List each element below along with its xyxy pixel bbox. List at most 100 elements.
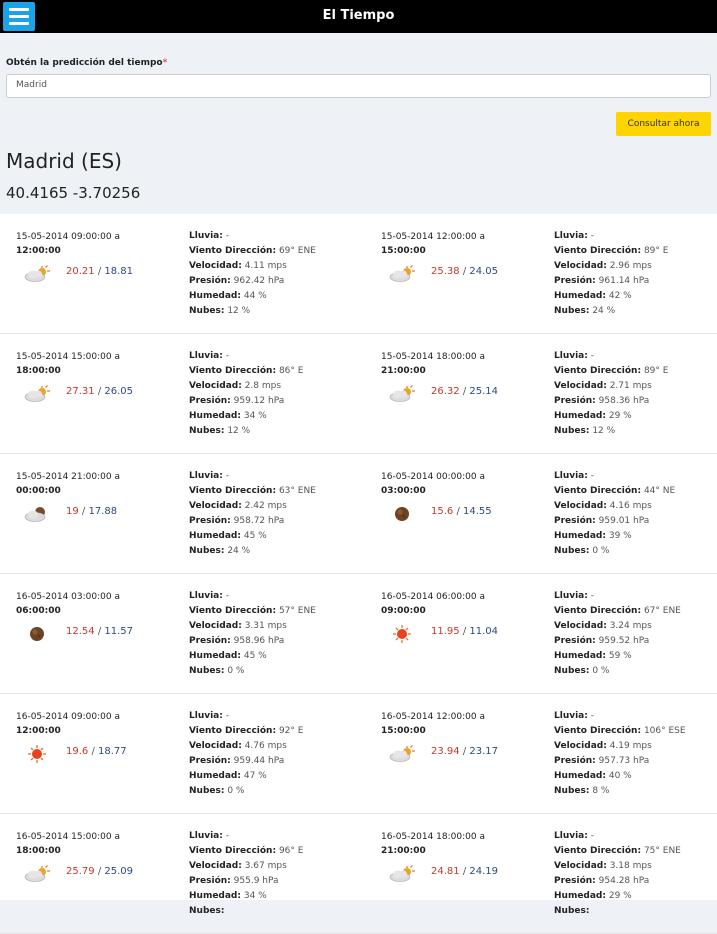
detail-value: 24 % (227, 546, 251, 556)
temp-min: 24.05 (469, 266, 499, 277)
forecast-details: Lluvia: - Viento Dirección: 92° E Velocida… (185, 694, 365, 814)
time-range: 16-05-2014 15:00:00 a 18:00:00 (16, 830, 120, 858)
forecast-summary: 15-05-2014 12:00:00 a 15:00:00 25.38 / 24.… (365, 214, 550, 334)
temperature: 24.81 / 24.19 (431, 866, 499, 877)
detail-label: Presión: (189, 516, 231, 526)
range-start: 16-05-2014 18:00:00 a (381, 832, 485, 842)
forecast-row: 16-05-2014 15:00:00 a 18:00:00 25.79 / 25.… (0, 814, 717, 934)
forecast-row: 15-05-2014 15:00:00 a 18:00:00 27.31 / 26.… (0, 334, 717, 454)
range-end: 15:00:00 (381, 726, 426, 736)
forecast-details: Lluvia: - Viento Dirección: 106° ESE Veloc… (550, 694, 717, 814)
range-start: 16-05-2014 12:00:00 a (381, 712, 485, 722)
detail-value: - (590, 711, 594, 721)
forecast-summary: 16-05-2014 00:00:00 a 03:00:00 15.6 / 14.5… (365, 454, 550, 574)
detail-label: Humedad: (554, 771, 606, 781)
detail-value: 63° ENE (278, 486, 316, 496)
detail-label: Velocidad: (554, 621, 607, 631)
detail-label: Nubes: (189, 306, 225, 316)
detail-label: Viento Dirección: (189, 246, 277, 256)
detail-label: Nubes: (554, 306, 590, 316)
detail-value: 89° E (643, 366, 669, 376)
range-start: 15-05-2014 21:00:00 a (16, 472, 120, 482)
temp-max: 26.32 (431, 386, 460, 397)
sun-cloud-icon (388, 264, 416, 284)
detail-pressure: Presión: 954.28 hPa (554, 874, 681, 889)
detail-label: Velocidad: (554, 741, 607, 751)
detail-value: 42 % (608, 291, 632, 301)
detail-label: Nubes: (554, 666, 590, 676)
forecast-summary: 16-05-2014 12:00:00 a 15:00:00 23.94 / 23.… (365, 694, 550, 814)
detail-value: 955.9 hPa (233, 876, 279, 886)
city-title: Madrid (ES) (6, 149, 122, 173)
detail-value: 69° ENE (278, 246, 316, 256)
detail-humidity: Humedad: 39 % (554, 529, 675, 544)
detail-label: Viento Dirección: (189, 486, 277, 496)
detail-label: Lluvia: (189, 351, 223, 361)
detail-value: 92° E (278, 726, 304, 736)
detail-label: Lluvia: (554, 231, 588, 241)
detail-value: 959.52 hPa (598, 636, 650, 646)
detail-label: Lluvia: (189, 231, 223, 241)
detail-label: Presión: (554, 396, 596, 406)
detail-label: Lluvia: (189, 591, 223, 601)
forecast-row: 16-05-2014 03:00:00 a 06:00:00 12.54 / 11.… (0, 574, 717, 694)
forecast-summary: 15-05-2014 09:00:00 a 12:00:00 20.21 / 18.… (0, 214, 185, 334)
detail-value: 3.18 mps (609, 861, 652, 871)
forecast-row: 15-05-2014 21:00:00 a 00:00:00 19 / 17.88 L… (0, 454, 717, 574)
submit-button[interactable]: Consultar ahora (616, 112, 711, 136)
details-list: Lluvia: - Viento Dirección: 96° E Velocida… (189, 829, 303, 919)
temp-min: 14.55 (463, 506, 492, 517)
detail-wind-direction: Viento Dirección: 96° E (189, 844, 303, 859)
detail-value: 961.14 hPa (598, 276, 650, 286)
forecast-summary: 15-05-2014 21:00:00 a 00:00:00 19 / 17.88 (0, 454, 185, 574)
temp-max: 23.94 (431, 746, 460, 757)
detail-label: Nubes: (554, 786, 590, 796)
detail-pressure: Presión: 959.01 hPa (554, 514, 675, 529)
detail-wind-speed: Velocidad: 2.96 mps (554, 259, 668, 274)
detail-wind-speed: Velocidad: 4.11 mps (189, 259, 316, 274)
detail-value: 44 % (243, 291, 267, 301)
temperature: 26.32 / 25.14 (431, 386, 499, 397)
range-end: 09:00:00 (381, 606, 426, 616)
detail-value: 0 % (592, 666, 610, 676)
detail-value: 86° E (278, 366, 304, 376)
time-range: 16-05-2014 06:00:00 a 09:00:00 (381, 590, 485, 618)
detail-clouds: Nubes: 0 % (189, 784, 303, 799)
temp-min: 24.19 (469, 866, 499, 877)
detail-value: - (590, 231, 594, 241)
detail-pressure: Presión: 957.73 hPa (554, 754, 686, 769)
detail-value: 47 % (243, 771, 267, 781)
detail-humidity: Humedad: 34 % (189, 409, 303, 424)
temperature: 25.79 / 25.09 (66, 866, 134, 877)
detail-rain: Lluvia: - (554, 349, 668, 364)
detail-label: Velocidad: (189, 741, 242, 751)
detail-label: Viento Dirección: (189, 846, 277, 856)
detail-label: Velocidad: (554, 501, 607, 511)
detail-wind-direction: Viento Dirección: 89° E (554, 364, 668, 379)
detail-clouds: Nubes: 12 % (189, 424, 303, 439)
detail-label: Lluvia: (554, 711, 588, 721)
required-mark: * (162, 58, 168, 68)
detail-rain: Lluvia: - (189, 349, 303, 364)
detail-clouds: Nubes: 0 % (554, 664, 681, 679)
detail-value: 59 % (608, 651, 632, 661)
detail-label: Humedad: (554, 291, 606, 301)
detail-label: Presión: (554, 516, 596, 526)
forecast-details: Lluvia: - Viento Dirección: 96° E Velocida… (185, 814, 365, 934)
detail-value: - (225, 351, 229, 361)
temp-min: 11.04 (469, 626, 499, 637)
detail-value: 45 % (243, 651, 267, 661)
detail-value: - (225, 831, 229, 841)
temperature: 19 / 17.88 (66, 506, 118, 517)
temp-min: 17.88 (88, 506, 118, 517)
range-start: 16-05-2014 03:00:00 a (16, 592, 120, 602)
city-input[interactable]: Madrid (6, 74, 711, 98)
detail-value: 45 % (243, 531, 267, 541)
detail-wind-direction: Viento Dirección: 69° ENE (189, 244, 316, 259)
detail-wind-direction: Viento Dirección: 75° ENE (554, 844, 681, 859)
forecast-details: Lluvia: - Viento Dirección: 89° E Velocida… (550, 334, 717, 454)
detail-value: 44° NE (643, 486, 676, 496)
details-list: Lluvia: - Viento Dirección: 75° ENE Veloci… (554, 829, 681, 919)
detail-wind-direction: Viento Dirección: 67° ENE (554, 604, 681, 619)
temp-min: 18.77 (98, 746, 127, 757)
